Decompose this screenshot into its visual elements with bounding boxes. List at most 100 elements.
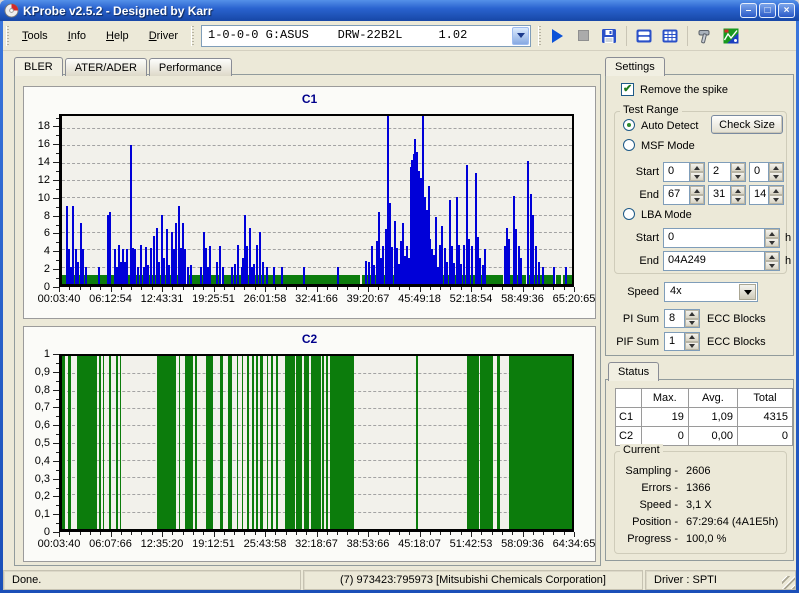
msf-end-min-field[interactable]: 67	[663, 185, 705, 205]
tab-status[interactable]: Status	[608, 362, 659, 381]
pif-sum-field[interactable]: 1	[664, 332, 700, 351]
c2-bar	[256, 356, 258, 529]
tools-button[interactable]	[693, 24, 717, 48]
current-row: Errors -1366	[614, 480, 784, 497]
msf-end-label: End	[606, 189, 659, 201]
tick	[317, 287, 318, 292]
tab-settings[interactable]: Settings	[605, 57, 665, 76]
tick	[275, 287, 276, 290]
spin-down-icon[interactable]	[690, 172, 704, 181]
msf-end-sec-field[interactable]: 31	[708, 185, 746, 205]
graph-button[interactable]	[719, 24, 743, 48]
lba-start-field[interactable]: 0	[663, 228, 780, 248]
c1-spike	[82, 249, 84, 284]
field-value: 04A249	[664, 252, 764, 270]
spin-up-icon[interactable]	[690, 163, 704, 172]
tick	[420, 532, 421, 537]
auto-detect-radio[interactable]	[623, 119, 635, 131]
menu-accel: H	[106, 30, 114, 42]
minimize-icon[interactable]: –	[740, 3, 757, 18]
toolbar-grip[interactable]	[191, 26, 194, 46]
spin-up-icon[interactable]	[685, 333, 699, 342]
remove-spike-checkbox[interactable]	[621, 83, 634, 96]
c1-spike	[565, 267, 567, 284]
chevron-down-icon[interactable]	[739, 284, 756, 300]
spin-down-icon[interactable]	[769, 195, 783, 204]
row-value: 0	[737, 427, 792, 446]
chevron-down-icon[interactable]	[512, 27, 529, 45]
msf-end-frame-field[interactable]: 14	[749, 185, 784, 205]
spin-down-icon[interactable]	[769, 172, 783, 181]
msf-start-frame-field[interactable]: 0	[749, 162, 784, 182]
c2-bar	[326, 356, 328, 529]
tick	[523, 287, 524, 292]
c2-bar	[271, 356, 273, 529]
c1-spike	[147, 265, 149, 284]
spin-up-icon[interactable]	[690, 186, 704, 195]
spin-down-icon[interactable]	[731, 195, 745, 204]
spin-up-icon[interactable]	[769, 163, 783, 172]
tick	[69, 287, 70, 290]
spin-down-icon[interactable]	[690, 195, 704, 204]
save-icon	[601, 28, 617, 44]
menu-item-tools[interactable]: Tools	[12, 27, 58, 45]
stop-test-button[interactable]	[571, 24, 595, 48]
msf-start-sec-field[interactable]: 2	[708, 162, 746, 182]
tick	[234, 532, 235, 535]
tick	[111, 532, 112, 537]
spin-up-icon[interactable]	[731, 163, 745, 172]
spin-down-icon[interactable]	[685, 319, 699, 328]
c2-bar	[185, 356, 193, 529]
tab-bler[interactable]: BLER	[14, 57, 63, 76]
menu-accel: I	[68, 30, 71, 42]
spin-up-icon[interactable]	[765, 229, 779, 238]
spin-up-icon[interactable]	[765, 252, 779, 261]
check-size-button[interactable]: Check Size	[711, 115, 783, 134]
gridline	[62, 249, 572, 250]
pi-sum-field[interactable]: 8	[664, 309, 700, 328]
title-bar[interactable]: KProbe v2.5.2 - Designed by Karr – □ ×	[0, 0, 799, 21]
tab-ater-ader[interactable]: ATER/ADER	[65, 58, 147, 76]
speed-select[interactable]: 4x	[664, 282, 758, 302]
c1-spike	[281, 267, 283, 284]
spin-up-icon[interactable]	[769, 186, 783, 195]
lba-mode-radio[interactable]	[623, 208, 635, 220]
msf-mode-radio[interactable]	[623, 139, 635, 151]
start-test-button[interactable]	[545, 24, 569, 48]
toolbar-grip[interactable]	[6, 26, 9, 46]
c2-y-axis-labels: 10,90,80,70,60,50,40,30,20,10	[24, 354, 54, 532]
tab-performance[interactable]: Performance	[149, 58, 232, 76]
report-view-button[interactable]	[658, 24, 682, 48]
c2-chart-panel: C2 10,90,80,70,60,50,40,30,20,10 00:03:4…	[23, 326, 596, 562]
c1-spike	[163, 258, 165, 284]
resize-grip[interactable]	[782, 576, 795, 589]
msf-start-min-field[interactable]: 0	[663, 162, 705, 182]
lba-end-field[interactable]: 04A249	[663, 251, 780, 271]
tick	[255, 287, 256, 290]
row-value: 0	[641, 427, 688, 446]
menu-item-driver[interactable]: Driver	[139, 27, 188, 45]
spin-up-icon[interactable]	[731, 186, 745, 195]
toolbar-grip[interactable]	[538, 26, 541, 46]
save-button[interactable]	[597, 24, 621, 48]
c2-bar	[237, 356, 239, 529]
spin-down-icon[interactable]	[765, 261, 779, 270]
c2-bar	[157, 356, 175, 529]
spin-down-icon[interactable]	[765, 238, 779, 247]
menu-item-info[interactable]: Info	[58, 27, 96, 45]
spin-down-icon[interactable]	[731, 172, 745, 181]
spin-down-icon[interactable]	[685, 342, 699, 351]
tick	[214, 532, 215, 537]
c1-chart-panel: C1 181614121086420 00:03:4006:12:5412:43…	[23, 86, 596, 319]
drive-select[interactable]: 1-0-0-0 G:ASUS DRW-22B2L 1.02	[201, 25, 531, 47]
menu-item-help[interactable]: Help	[96, 27, 139, 45]
c2-bar	[509, 356, 572, 529]
status-panel: Max.Avg.TotalC1191,094315C200,000 Curren…	[605, 379, 794, 561]
y-tick-label: 0,2	[35, 490, 50, 502]
maximize-icon[interactable]: □	[759, 3, 776, 18]
current-row-label: Speed -	[614, 497, 678, 514]
close-icon[interactable]: ×	[778, 3, 795, 18]
gridline	[62, 180, 572, 181]
spin-up-icon[interactable]	[685, 310, 699, 319]
split-view-button[interactable]	[632, 24, 656, 48]
